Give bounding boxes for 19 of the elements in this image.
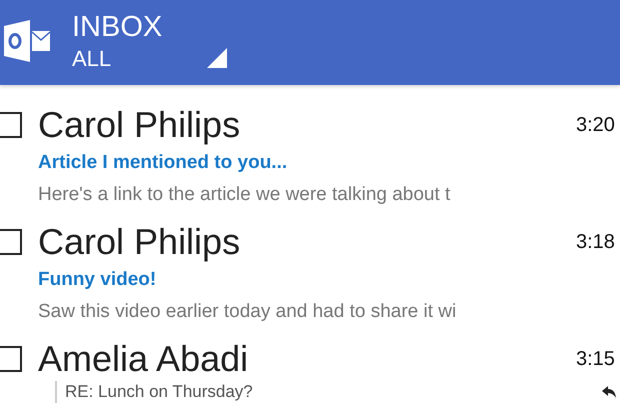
- message-time: 3:20: [576, 114, 616, 136]
- checkbox[interactable]: [0, 229, 22, 255]
- sender-name: Carol Philips: [38, 104, 242, 146]
- message-preview: Here's a link to the article we were talking about t: [38, 183, 452, 207]
- message-subject: Article I mentioned to you...: [38, 151, 288, 175]
- reply-icon: [602, 386, 616, 398]
- checkbox[interactable]: [0, 112, 22, 138]
- thread-reply-subject: RE: Lunch on Thursday?: [65, 382, 254, 402]
- sender-name: Amelia Abadi: [38, 338, 250, 380]
- message-subject: Funny video!: [38, 268, 158, 292]
- sender-name: Carol Philips: [38, 221, 242, 263]
- filter-dropdown[interactable]: ALL: [72, 44, 228, 74]
- message-preview: Saw this video earlier today and had to share it wi: [38, 300, 458, 324]
- dropdown-icon: [207, 48, 228, 68]
- message-time: 3:15: [576, 348, 616, 370]
- checkbox[interactable]: [0, 346, 22, 372]
- mail-logo-icon: [4, 20, 50, 62]
- inbox-title: INBOX: [72, 10, 164, 44]
- message-time: 3:18: [576, 230, 616, 254]
